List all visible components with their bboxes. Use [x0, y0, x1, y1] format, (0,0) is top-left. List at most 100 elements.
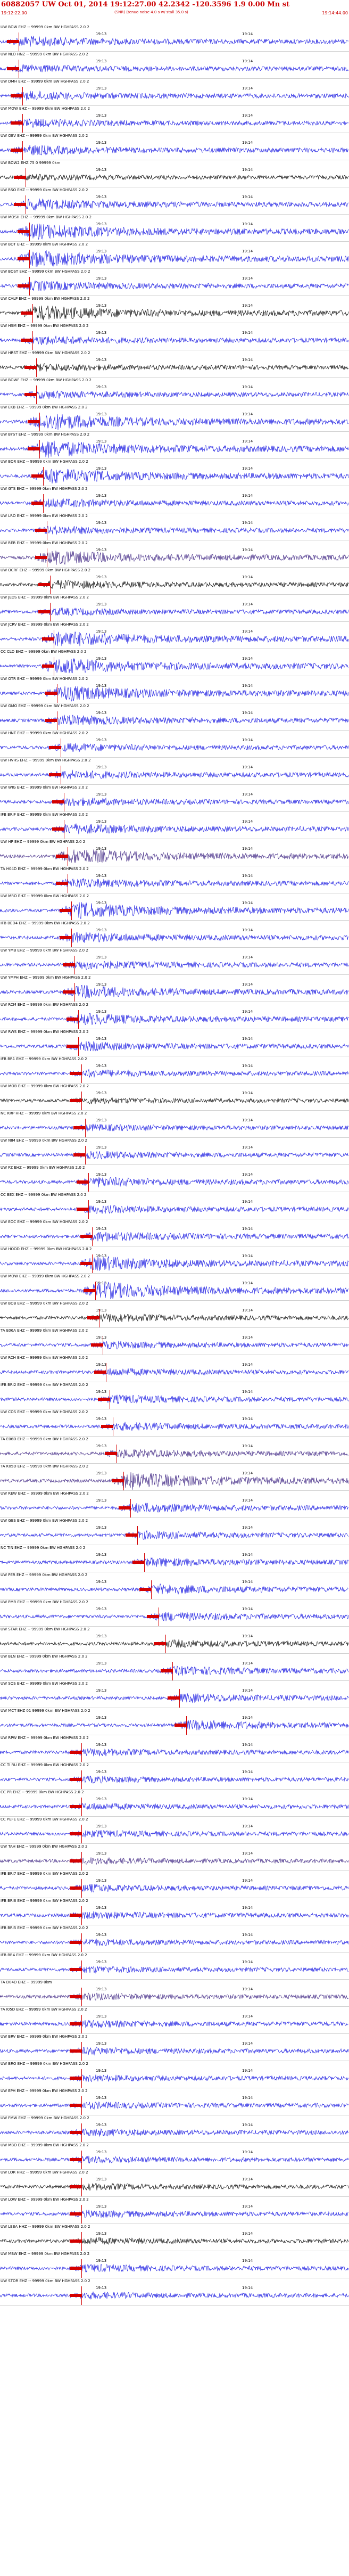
trace-label: UW MOW EHZ -- 99999 0km BW HGHPASS 2.0 2	[1, 1274, 90, 1278]
phase-pick-marker	[31, 494, 44, 513]
waveform	[0, 579, 349, 589]
waveform	[0, 1123, 349, 1132]
waveform-line	[0, 878, 349, 888]
phase-pick-marker	[31, 467, 44, 486]
trace-label: TA K05D EHZ -- 99999 0km BW HGHPASS 2.0 …	[1, 1464, 89, 1469]
waveform	[0, 498, 349, 508]
waveform	[0, 2210, 349, 2218]
waveform	[0, 1472, 349, 1490]
phase-pick-marker	[60, 901, 72, 921]
start-time: 19:12:22.00	[1, 11, 27, 15]
trace-label: IFB BRI5 EHZ -- 99999 0km BW HGHPASS 2.0…	[1, 1926, 88, 1930]
trace-row: UW EKB EHZ -- 99999 0km BW HGHPASS 2.0 2…	[0, 405, 349, 432]
trace-label: CC PR EHZ -- 99999 0km BW HGHPASS 2.0 2	[1, 1790, 84, 1794]
trace-label: IFB BED4 EHZ -- 99999 0km BW HGHPASS 2.0…	[1, 921, 90, 925]
phase-pick-marker	[126, 1526, 138, 1545]
waveform	[0, 1992, 349, 2001]
waveform-line	[0, 932, 349, 944]
trace-row: UW HP EHZ -- 99999 0km BW HGHPASS 2.0 21…	[0, 839, 349, 866]
trace-label: UW HNT EHZ -- 99999 0km BW HGHPASS 2.0 2	[1, 731, 88, 735]
phase-pick-marker	[21, 331, 33, 350]
phase-pick-marker	[70, 1770, 82, 1790]
waveform-line	[0, 1368, 349, 1376]
waveform	[0, 1612, 349, 1621]
waveform-line	[0, 118, 349, 128]
phase-pick-marker	[105, 1445, 117, 1464]
waveform-line	[0, 363, 349, 372]
phase-pick-marker	[7, 60, 19, 79]
trace-label: UW MOB EHZ -- 99999 0km BW HGHPASS 2.0 2	[1, 1084, 89, 1088]
trace-label: UW MCT EHZ 01 99999 0km BW HGHPASS 2.0 2	[1, 1709, 90, 1713]
waveform-line	[0, 1282, 349, 1300]
waveform	[0, 305, 349, 321]
waveform	[0, 1748, 349, 1757]
waveform	[0, 985, 349, 999]
trace-label: UW BOW2 EHZ 75 0 99999 0km	[1, 161, 61, 165]
waveform-line	[0, 2155, 349, 2164]
waveform-line	[0, 1966, 349, 1974]
phase-pick-marker	[56, 874, 68, 893]
phase-pick-marker	[161, 1662, 173, 1681]
waveform	[0, 145, 349, 155]
trace-label: UW LRO EHZ -- 99999 0km BW HGHPASS 2.0 2	[1, 514, 88, 518]
waveform	[0, 414, 349, 430]
waveform	[0, 174, 349, 181]
trace-label: UW LOW EHZ -- 99999 0km BW HGHPASS 2.0 2	[1, 2197, 89, 2202]
waveform-line	[0, 1177, 349, 1187]
waveform-line	[0, 2183, 349, 2191]
trace-label: UW MOW EHZ -- 99999 0km BW HGHPASS 2.0 2	[1, 106, 90, 111]
phase-pick-marker	[45, 711, 57, 731]
waveform	[0, 36, 349, 47]
waveform	[0, 1666, 349, 1676]
trace-row: UW NLO HNZ -- 99999 0km BW HGHPASS 2.0 2…	[0, 52, 349, 79]
phase-pick-marker	[147, 1607, 159, 1627]
phase-pick-marker	[14, 168, 26, 187]
trace-row: UW PER EHZ -- 99999 0km BW HGHPASS 2.0 2…	[0, 1572, 349, 1599]
waveform	[0, 1097, 349, 1104]
trace-row: CC BEX EHZ -- 99999 0km BW HGHPASS 2.0 2…	[0, 1192, 349, 1219]
phase-pick-marker	[38, 576, 51, 595]
phase-pick-marker	[80, 1254, 93, 1274]
waveform	[0, 932, 349, 944]
phase-pick-marker	[91, 1336, 103, 1355]
trace-label: UW GMO EHZ -- 99999 0km BW HGHPASS 2.0 2	[1, 704, 89, 708]
trace-row: UW BOST EHZ -- 99999 0km BW HGHPASS 2.0 …	[0, 269, 349, 296]
trace-row: CC PR EHZ -- 99999 0km BW HGHPASS 2.0 21…	[0, 1790, 349, 1817]
trace-label: UW NLO HNZ -- 99999 0km BW HGHPASS 2.0 2	[1, 52, 88, 56]
phase-pick-marker	[49, 766, 61, 785]
waveform-line	[0, 1857, 349, 1865]
phase-pick-marker	[14, 195, 26, 215]
trace-row: UW LOW EHZ -- 99999 0km BW HGHPASS 2.0 2…	[0, 2197, 349, 2224]
waveform	[0, 64, 349, 72]
phase-pick-marker	[132, 1553, 145, 1572]
trace-label: UW BRO EHZ -- 99999 0km BW HGHPASS 2.0 2	[1, 2062, 88, 2066]
phase-pick-marker	[35, 521, 47, 540]
phase-pick-marker	[24, 385, 37, 405]
trace-row: TA E06A EHZ -- 99999 0km BW HGHPASS 2.0 …	[0, 1328, 349, 1355]
trace-row: UW HVHS EHZ -- 99999 0km BW HGHPASS 2.0 …	[0, 758, 349, 785]
waveform-line	[0, 1013, 349, 1026]
trace-row: UW RER EHZ -- 99999 0km BW HGHPASS 2.0 2…	[0, 540, 349, 568]
phase-pick-marker	[18, 223, 30, 242]
trace-label: TA E06A EHZ -- 99999 0km BW HGHPASS 2.0 …	[1, 1328, 88, 1333]
waveform	[0, 2074, 349, 2082]
phase-pick-marker	[101, 1417, 113, 1437]
trace-label: TA H04D EHZ -- 99999 0km BW HGHPASS 2.0 …	[1, 867, 89, 871]
trace-label: UW OCRF EHZ -- 99999 0km BW HGHPASS 2.0 …	[1, 568, 90, 572]
phase-pick-marker	[70, 2232, 82, 2251]
waveform	[0, 1069, 349, 1078]
waveform	[0, 250, 349, 267]
phase-pick-marker	[73, 1146, 86, 1165]
trace-row: TA I05D EHZ -- 99999 0km BW HGHPASS 2.0 …	[0, 2007, 349, 2034]
waveform-line	[0, 1666, 349, 1676]
waveform-line	[0, 250, 349, 267]
trace-label: UW HOOD EHZ -- 99999 0km BW HGHPASS 2.0 …	[1, 1247, 92, 1251]
waveform	[0, 440, 349, 458]
waveform	[0, 1966, 349, 1974]
trace-label: UW STAR EHZ -- 99999 0km BW HGHPASS 2.0 …	[1, 1627, 90, 1631]
trace-row: UW FMW EHZ -- 99999 0km BW HGHPASS 2.0 2…	[0, 2115, 349, 2143]
waveform-line	[0, 1097, 349, 1104]
waveform	[0, 961, 349, 970]
waveform	[0, 608, 349, 617]
phase-pick-marker	[73, 1119, 86, 1138]
